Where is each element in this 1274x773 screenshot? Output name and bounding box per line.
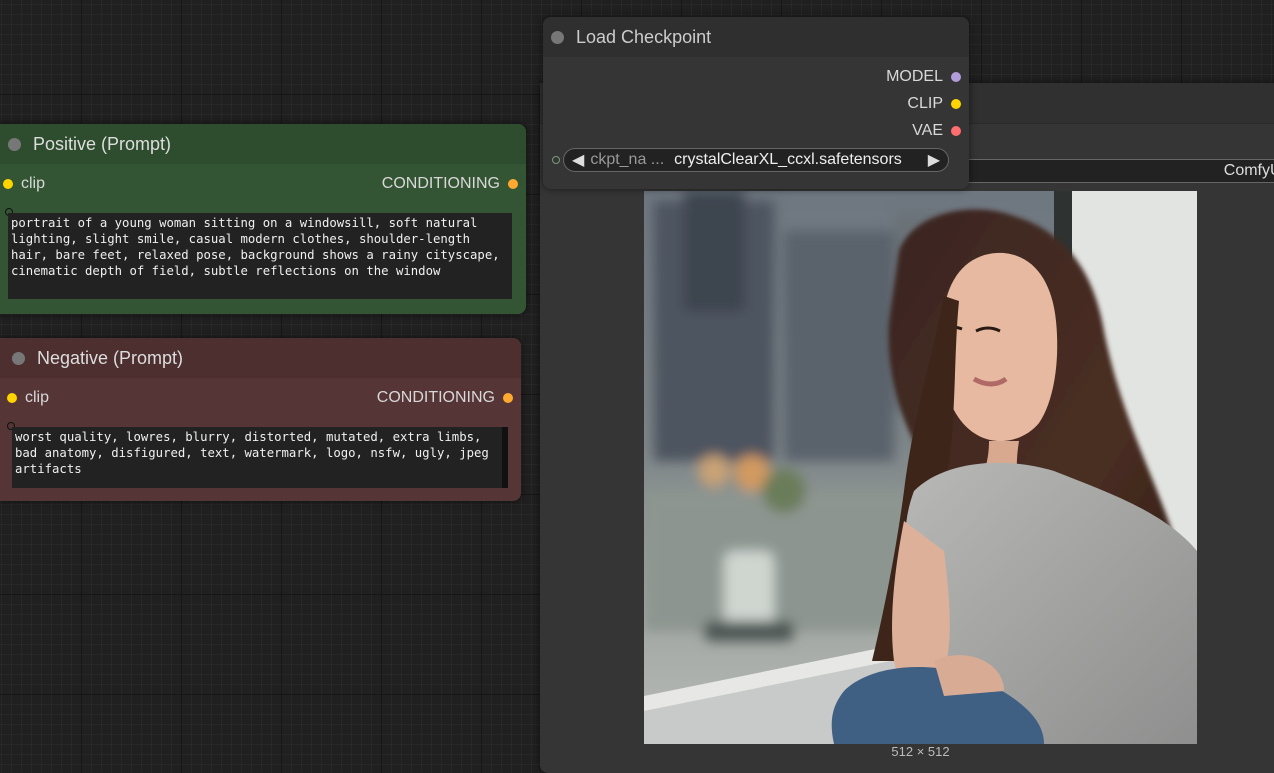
positive-prompt-node[interactable]: Positive (Prompt) clip CONDITIONING port… (0, 124, 526, 314)
output-slot-clip[interactable]: CLIP (543, 94, 969, 114)
vae-slot-dot-icon[interactable] (951, 126, 961, 136)
input-slot-clip[interactable]: clip CONDITIONING (0, 174, 526, 194)
collapse-dot-icon[interactable] (551, 30, 564, 44)
clip-slot-dot-icon[interactable] (3, 179, 13, 189)
node-title: Positive (Prompt) (33, 133, 172, 154)
output-label: CONDITIONING (381, 175, 500, 192)
load-checkpoint-title-bar[interactable]: Load Checkpoint (543, 17, 969, 57)
ckpt-name-combo[interactable]: ◀ ckpt_na ... crystalClearXL_ccxl.safete… (563, 148, 949, 172)
combo-right-arrow-icon[interactable]: ▶ (928, 150, 940, 170)
collapse-dot-icon[interactable] (8, 137, 21, 151)
generated-image (644, 191, 1197, 744)
output-slot-vae[interactable]: VAE (543, 121, 969, 141)
node-title: Negative (Prompt) (37, 347, 184, 368)
filename-prefix-value: ComfyUI (1223, 162, 1274, 179)
negative-prompt-textarea[interactable]: worst quality, lowres, blurry, distorted… (12, 427, 508, 488)
node-title: Load Checkpoint (576, 26, 712, 47)
combo-name-label: ckpt_na ... (590, 151, 665, 168)
conditioning-slot-dot-icon[interactable] (503, 393, 513, 403)
conditioning-slot-dot-icon[interactable] (508, 179, 518, 189)
image-size-label: 512 × 512 (891, 744, 950, 759)
output-label: CONDITIONING (376, 389, 495, 406)
output-slot-model[interactable]: MODEL (543, 67, 969, 87)
clip-slot-dot-icon[interactable] (951, 99, 961, 109)
positive-prompt-textarea[interactable]: portrait of a young woman sitting on a w… (8, 213, 512, 299)
input-label: clip (21, 175, 46, 192)
negative-title-bar[interactable]: Negative (Prompt) (0, 338, 521, 378)
collapse-dot-icon[interactable] (12, 351, 25, 365)
output-label: CLIP (907, 95, 943, 112)
output-label: VAE (912, 122, 943, 139)
combo-value: crystalClearXL_ccxl.safetensors (674, 151, 902, 168)
load-checkpoint-node[interactable]: Load Checkpoint MODEL CLIP VAE ◀ ckpt_na… (543, 17, 969, 189)
input-slot-clip[interactable]: clip CONDITIONING (0, 388, 521, 408)
positive-title-bar[interactable]: Positive (Prompt) (0, 124, 526, 164)
output-label: MODEL (886, 68, 943, 85)
combo-left-arrow-icon[interactable]: ◀ (572, 150, 584, 170)
negative-prompt-node[interactable]: Negative (Prompt) clip CONDITIONING wors… (0, 338, 521, 501)
clip-slot-dot-icon[interactable] (7, 393, 17, 403)
model-slot-dot-icon[interactable] (951, 72, 961, 82)
input-label: clip (25, 389, 50, 406)
widget-input-circle-icon[interactable] (552, 156, 560, 164)
